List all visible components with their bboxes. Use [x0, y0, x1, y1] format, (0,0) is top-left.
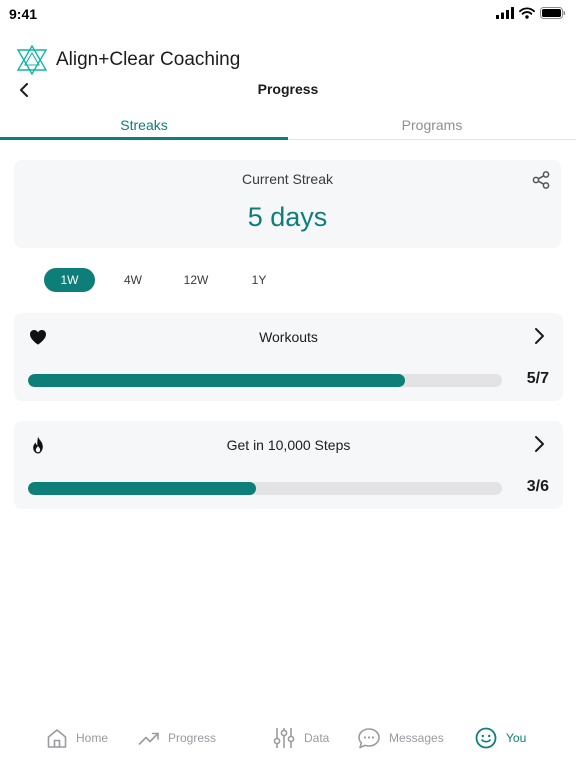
chevron-right-icon	[535, 328, 544, 344]
nav-label: Home	[76, 731, 109, 745]
share-icon[interactable]	[531, 170, 551, 190]
sliders-icon	[273, 728, 295, 748]
streak-label: Current Streak	[241, 171, 334, 187]
range-option-1w[interactable]: 1W	[44, 268, 95, 292]
range-option-4w[interactable]: 4W	[116, 268, 150, 292]
progress-fill	[28, 374, 405, 387]
chat-bubble-icon	[358, 728, 380, 749]
smiley-icon	[475, 727, 497, 749]
goal-count: 3/6	[526, 478, 549, 495]
page-title: Progress	[257, 81, 319, 97]
chevron-right-icon	[535, 436, 544, 452]
tab-programs[interactable]: Programs	[288, 112, 576, 140]
progress-fill	[28, 482, 256, 495]
status-bar: 9:41	[0, 0, 576, 28]
current-streak-card: Current Streak 5 days	[14, 160, 561, 248]
nav-label: Progress	[168, 731, 217, 745]
navigation-row: Progress	[0, 80, 576, 100]
nav-label: Messages	[389, 731, 444, 745]
progress-track	[28, 374, 502, 387]
brand-logo-icon	[16, 44, 48, 76]
status-icons	[496, 7, 566, 19]
nav-item-home[interactable]: Home	[46, 726, 108, 750]
brand-header: Align+Clear Coaching	[16, 44, 240, 76]
wifi-icon	[519, 7, 535, 19]
trending-up-icon	[138, 732, 159, 745]
tab-bar-top: Streaks Programs	[0, 112, 576, 140]
nav-label: You	[506, 731, 527, 745]
progress-track	[28, 482, 502, 495]
nav-item-you[interactable]: You	[474, 726, 526, 750]
status-time: 9:41	[9, 6, 38, 22]
range-option-12w[interactable]: 12W	[178, 268, 214, 292]
range-option-1y[interactable]: 1Y	[244, 268, 274, 292]
nav-label: Data	[304, 731, 330, 745]
bottom-navigation: Home Progress Data Messages You	[0, 716, 576, 760]
nav-item-data[interactable]: Data	[272, 726, 329, 750]
goal-title: Workouts	[259, 329, 318, 345]
brand-name: Align+Clear Coaching	[56, 49, 241, 70]
home-icon	[47, 729, 67, 748]
tab-streaks[interactable]: Streaks	[0, 112, 288, 140]
cellular-signal-icon	[496, 7, 514, 19]
goal-card-workouts[interactable]: Workouts 5/7	[14, 313, 563, 401]
goal-card-steps[interactable]: Get in 10,000 Steps 3/6	[14, 421, 563, 509]
goal-title: Get in 10,000 Steps	[226, 437, 351, 453]
nav-item-messages[interactable]: Messages	[357, 726, 444, 750]
goal-count: 5/7	[526, 370, 549, 387]
streak-value: 5 days	[247, 202, 328, 232]
battery-icon	[540, 7, 566, 19]
nav-item-progress[interactable]: Progress	[138, 726, 216, 750]
